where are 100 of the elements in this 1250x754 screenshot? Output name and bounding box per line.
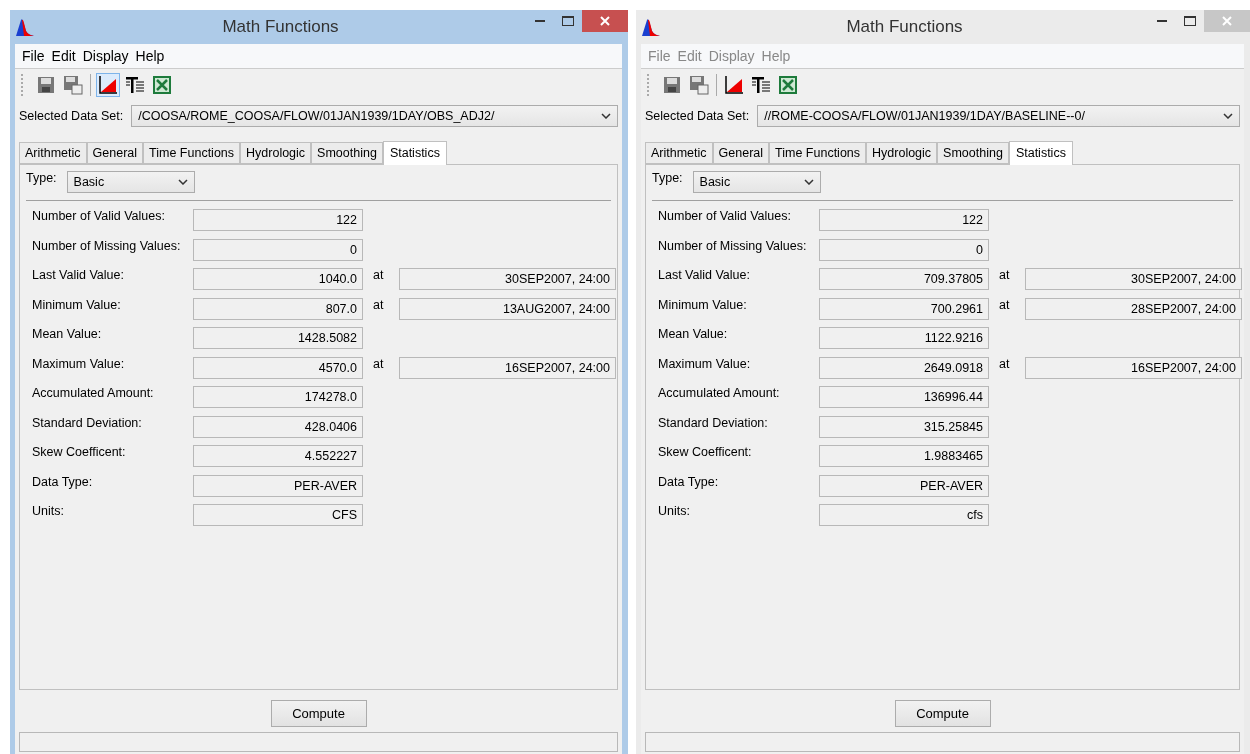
compute-button[interactable]: Compute (894, 700, 991, 727)
type-dropdown[interactable]: Basic (66, 171, 195, 193)
tab[interactable]: Smoothing (311, 142, 383, 164)
statistic-label: Standard Deviation: (658, 415, 769, 430)
value-field: 709.37805 (819, 268, 989, 290)
chart-icon (98, 75, 118, 95)
statistic-label: Number of Valid Values: (32, 209, 166, 223)
app-logo-icon (15, 17, 35, 37)
value-field: 315.25845 (819, 415, 989, 438)
value-field: 2649.0918 (819, 356, 989, 379)
value-field: 700.2961 (819, 297, 989, 320)
at-label: at (372, 356, 385, 371)
maximize-icon (1184, 16, 1196, 26)
spreadsheet-icon (152, 75, 172, 95)
app-logo-icon (641, 17, 661, 37)
at-label: at (372, 268, 385, 282)
value-field: 136996.44 (819, 386, 989, 408)
at-label: at (998, 268, 1011, 282)
tab[interactable]: Statistics (1008, 141, 1073, 165)
statistic-label: Units: (32, 504, 65, 518)
menu-item[interactable]: Edit (48, 47, 79, 65)
minimize-icon (535, 20, 545, 22)
menu-item[interactable]: Display (79, 47, 132, 65)
at-label: at (998, 356, 1011, 371)
statistic-label: Mean Value: (32, 327, 103, 341)
chevron-down-icon (177, 179, 188, 185)
statistic-label: Accumulated Amount: (658, 386, 781, 400)
tab[interactable]: Smoothing (937, 142, 1009, 164)
value-field: 4570.0 (193, 356, 363, 379)
chart-icon (724, 75, 744, 95)
tab[interactable]: General (86, 142, 144, 164)
tab[interactable]: General (712, 142, 770, 164)
floppy-disks-icon (63, 75, 83, 95)
date-field: 16SEP2007, 24:00 (1025, 356, 1242, 379)
tab[interactable]: Hydrologic (866, 142, 938, 164)
dataset-label: Selected Data Set: (645, 109, 750, 123)
statistic-label: Accumulated Amount: (32, 386, 155, 400)
tab[interactable]: Time Functions (769, 142, 867, 164)
close-icon (1222, 16, 1232, 26)
maximize-icon (562, 16, 574, 26)
statistic-label: Number of Missing Values: (658, 238, 808, 253)
statistic-label: Skew Coefficent: (658, 445, 753, 459)
value-field: cfs (819, 504, 989, 526)
dataset-dropdown[interactable]: /COOSA/ROME_COOSA/FLOW/01JAN1939/1DAY/OBS_ADJ2/ (131, 105, 618, 127)
value-field: 1040.0 (193, 268, 363, 290)
date-field: 28SEP2007, 24:00 (1025, 297, 1242, 320)
value-field: 1122.9216 (819, 327, 989, 349)
chevron-down-icon (601, 113, 611, 119)
at-label: at (998, 297, 1011, 312)
toolbar-button[interactable] (96, 73, 120, 97)
statistic-label: Number of Missing Values: (32, 238, 182, 253)
statistic-label: Maximum Value: (32, 356, 126, 371)
tab[interactable]: Time Functions (143, 142, 241, 164)
tab[interactable]: Statistics (382, 141, 447, 165)
statistic-label: Maximum Value: (658, 356, 752, 371)
value-field: 807.0 (193, 297, 363, 320)
type-label: Type: (26, 171, 57, 185)
value-field: PER-AVER (193, 474, 363, 497)
floppy-disks-icon (689, 75, 709, 95)
date-field: 16SEP2007, 24:00 (399, 356, 616, 379)
close-icon (600, 16, 610, 26)
statistic-label: Standard Deviation: (32, 415, 143, 430)
window-title: Math Functions (845, 17, 964, 37)
statistic-label: Data Type: (658, 474, 720, 489)
text-table-icon (751, 75, 771, 95)
tab[interactable]: Arithmetic (645, 142, 713, 164)
close-button[interactable] (582, 10, 628, 32)
text-table-icon (125, 75, 145, 95)
date-field: 30SEP2007, 24:00 (399, 268, 616, 290)
value-field: 4.552227 (193, 445, 363, 467)
value-field: 1428.5082 (193, 327, 363, 349)
compute-button[interactable]: Compute (270, 700, 367, 727)
menu-item[interactable]: File (19, 47, 48, 65)
value-field: 428.0406 (193, 415, 363, 438)
chevron-down-icon (803, 179, 814, 185)
statistic-label: Skew Coefficent: (32, 445, 127, 459)
value-field: 0 (193, 238, 363, 261)
menu-item[interactable]: Help (132, 47, 168, 65)
statistic-label: Data Type: (32, 474, 94, 489)
minimize-icon (1157, 20, 1167, 22)
dataset-label: Selected Data Set: (19, 109, 124, 123)
statistic-label: Last Valid Value: (658, 268, 751, 282)
tab[interactable]: Arithmetic (19, 142, 87, 164)
statistic-label: Last Valid Value: (32, 268, 125, 282)
statistic-label: Minimum Value: (658, 297, 748, 312)
value-field: CFS (193, 504, 363, 526)
value-field: 122 (819, 209, 989, 231)
value-field: PER-AVER (819, 474, 989, 497)
value-field: 122 (193, 209, 363, 231)
at-label: at (372, 297, 385, 312)
date-field: 13AUG2007, 24:00 (399, 297, 616, 320)
type-dropdown[interactable]: Basic (692, 171, 821, 193)
statistic-label: Mean Value: (658, 327, 729, 341)
value-field: 174278.0 (193, 386, 363, 408)
toolbar-button[interactable] (722, 73, 746, 97)
tab[interactable]: Hydrologic (240, 142, 312, 164)
spreadsheet-icon (778, 75, 798, 95)
dataset-dropdown[interactable]: //ROME-COOSA/FLOW/01JAN1939/1DAY/BASELINE--0/ (757, 105, 1240, 127)
chevron-down-icon (1223, 113, 1233, 119)
window-title: Math Functions (221, 17, 340, 37)
